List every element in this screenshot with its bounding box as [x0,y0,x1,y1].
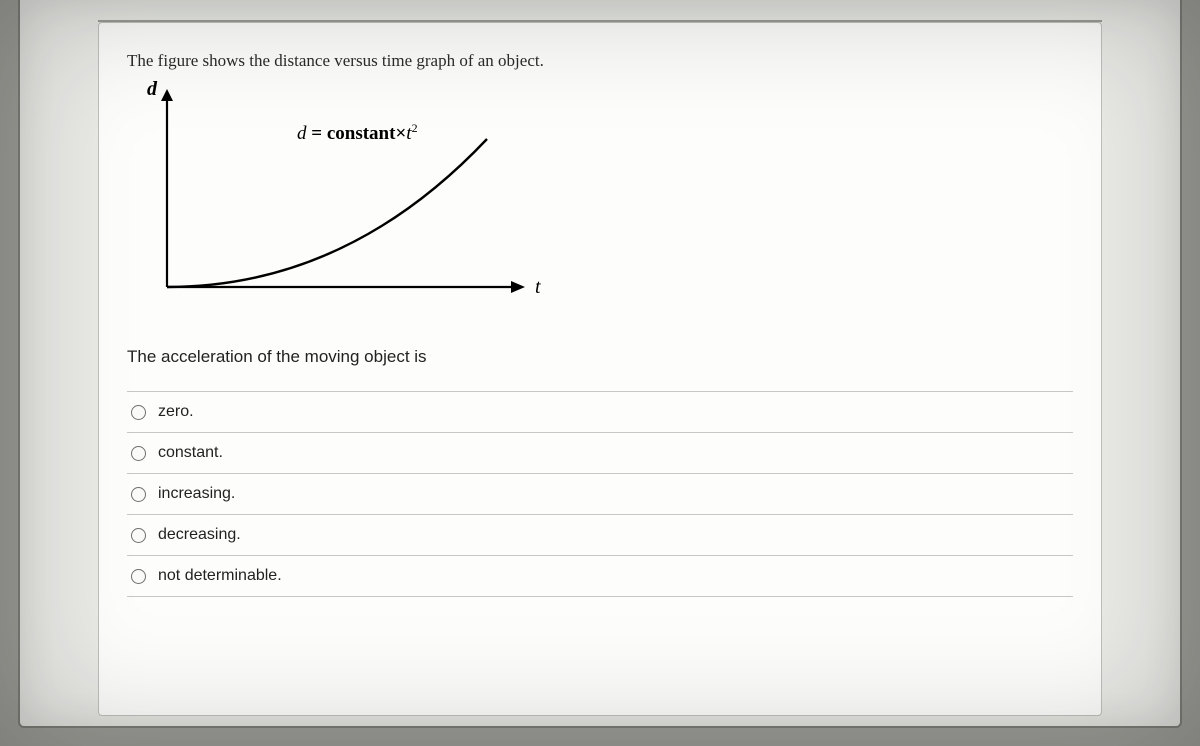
panel-divider [98,0,1102,22]
option-label: decreasing. [158,526,241,544]
question-card: The figure shows the distance versus tim… [98,22,1102,716]
y-axis-arrow-icon [161,89,173,101]
option-label: not determinable. [158,567,282,585]
radio-icon [131,405,146,420]
option-label: constant. [158,444,223,462]
parabola-curve [167,139,487,287]
radio-icon [131,446,146,461]
x-axis-label: t [535,276,541,298]
x-axis-arrow-icon [511,281,525,293]
option-label: zero. [158,403,194,421]
option-label: increasing. [158,485,235,503]
subquestion-text: The acceleration of the moving object is [127,347,1073,367]
option-constant[interactable]: constant. [127,433,1073,474]
screen-frame: The figure shows the distance versus tim… [18,0,1182,728]
question-prompt: The figure shows the distance versus tim… [127,51,1073,71]
option-decreasing[interactable]: decreasing. [127,515,1073,556]
radio-icon [131,569,146,584]
radio-icon [131,487,146,502]
curve-equation: d = constant×t2 [297,121,418,144]
option-zero[interactable]: zero. [127,391,1073,433]
y-axis-label: d [147,79,158,100]
option-increasing[interactable]: increasing. [127,474,1073,515]
option-not-determinable[interactable]: not determinable. [127,556,1073,597]
distance-time-graph: d t d = constant×t2 [127,79,567,319]
radio-icon [131,528,146,543]
answer-options: zero. constant. increasing. decreasing. … [127,391,1073,597]
